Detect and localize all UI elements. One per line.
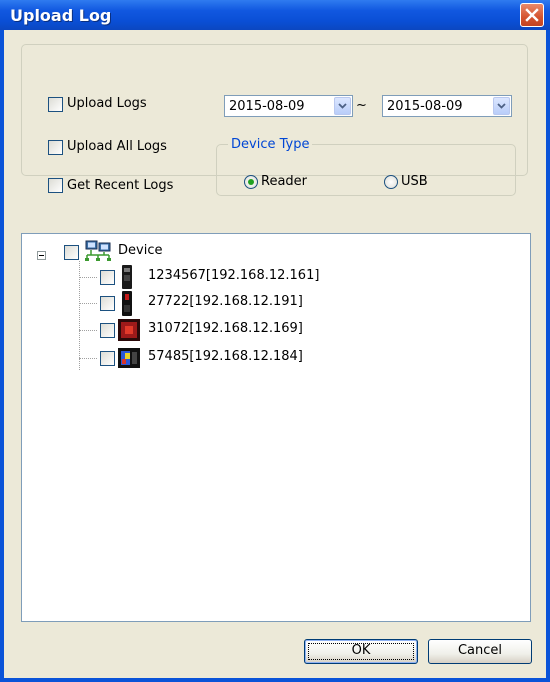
close-button[interactable]: [520, 3, 544, 27]
date-to-dropdown-button[interactable]: [493, 97, 510, 115]
ok-button[interactable]: OK: [304, 639, 418, 664]
device-2-label: 27722[192.168.12.191]: [148, 294, 303, 309]
reader-radio-label: Reader: [261, 174, 308, 189]
date-from-value: 2015-08-09: [229, 99, 305, 114]
tree-connector: [79, 277, 97, 278]
reader-red-icon: [118, 319, 140, 341]
focus-rectangle: [308, 643, 414, 660]
device-type-legend: Device Type: [228, 137, 313, 152]
upload-all-logs-label: Upload All Logs: [67, 139, 167, 154]
usb-radio[interactable]: [384, 175, 398, 189]
device-3-checkbox[interactable]: [100, 323, 115, 338]
date-from-dropdown-button[interactable]: [334, 97, 351, 115]
device-1-label: 1234567[192.168.12.161]: [148, 268, 320, 283]
radio-selected-dot: [248, 179, 254, 185]
reader-radio[interactable]: [244, 175, 258, 189]
chevron-down-icon: [338, 103, 347, 109]
chevron-down-icon: [497, 103, 506, 109]
device-4-label: 57485[192.168.12.184]: [148, 349, 303, 364]
tree-connector: [79, 358, 97, 359]
cancel-button-label: Cancel: [457, 643, 503, 658]
tree-connector: [79, 303, 97, 304]
date-to-value: 2015-08-09: [387, 99, 463, 114]
reader-black-icon: [122, 265, 132, 289]
device-tree[interactable]: Device 1234567[192.168.12.161] 27722[192…: [21, 233, 531, 622]
upload-all-logs-checkbox[interactable]: [48, 140, 63, 155]
upload-logs-label: Upload Logs: [67, 96, 147, 111]
device-2-checkbox[interactable]: [100, 296, 115, 311]
date-from-select[interactable]: 2015-08-09: [224, 95, 353, 117]
tree-collapse-toggle[interactable]: [37, 251, 46, 260]
tree-root-label: Device: [118, 243, 163, 258]
device-4-checkbox[interactable]: [100, 351, 115, 366]
date-to-select[interactable]: 2015-08-09: [382, 95, 512, 117]
tree-connector: [79, 330, 97, 331]
usb-radio-label: USB: [401, 174, 428, 189]
device-1-checkbox[interactable]: [100, 270, 115, 285]
get-recent-logs-checkbox[interactable]: [48, 178, 63, 193]
upload-log-dialog: Upload Log Upload Logs Upload All Logs G…: [0, 0, 550, 682]
window-title: Upload Log: [10, 6, 112, 25]
title-bar[interactable]: Upload Log: [0, 0, 550, 30]
upload-logs-checkbox[interactable]: [48, 97, 63, 112]
tree-root-checkbox[interactable]: [64, 245, 79, 260]
network-computers-icon: [85, 240, 111, 261]
close-icon: [525, 8, 539, 22]
reader-black-red-icon: [122, 291, 132, 316]
cancel-button[interactable]: Cancel: [428, 639, 532, 664]
reader-color-screen-icon: [118, 348, 140, 368]
device-3-label: 31072[192.168.12.169]: [148, 321, 303, 336]
get-recent-logs-label: Get Recent Logs: [67, 178, 174, 193]
date-range-separator: ~: [356, 98, 367, 113]
